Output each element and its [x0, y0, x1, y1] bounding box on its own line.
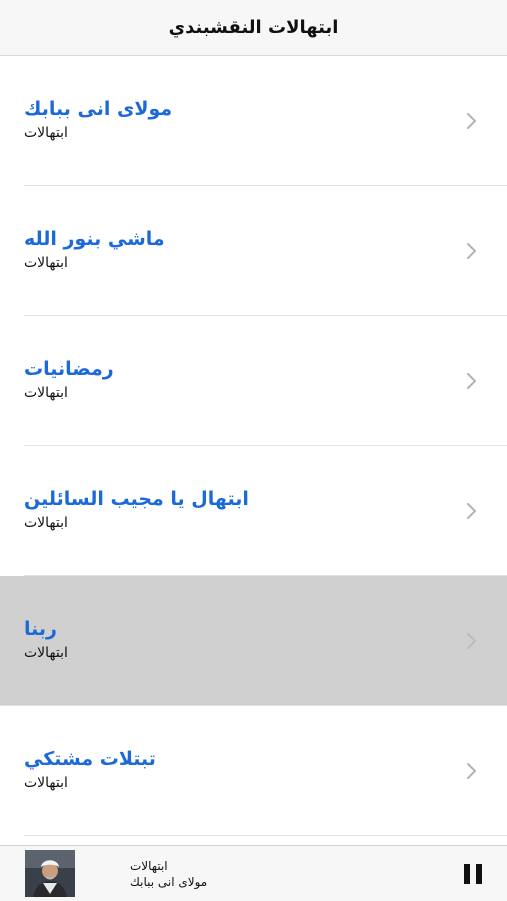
list-item[interactable]: رمضانيات ابتهالات [0, 316, 507, 446]
album-artwork[interactable] [25, 850, 75, 897]
chevron-right-icon [461, 501, 481, 521]
list-item-title: ربنا [24, 618, 57, 640]
track-list: مولاى انى ببابك ابتهالات ماشي بنور الله … [0, 56, 507, 836]
list-item[interactable]: ابتهال يا مجيب السائلين ابتهالات [0, 446, 507, 576]
divider [24, 835, 507, 836]
chevron-right-icon [461, 761, 481, 781]
list-item-title: تبتلات مشتكي [24, 748, 156, 770]
list-item-text: ماشي بنور الله ابتهالات [24, 226, 165, 273]
list-item-title: ماشي بنور الله [24, 228, 165, 250]
now-playing-bar[interactable]: ابتهالات مولاى انى ببابك [0, 845, 507, 901]
list-item-subtitle: ابتهالات [24, 645, 68, 661]
list-item[interactable]: تبتلات مشتكي ابتهالات [0, 706, 507, 836]
list-item-title: رمضانيات [24, 358, 114, 380]
list-item[interactable]: ماشي بنور الله ابتهالات [0, 186, 507, 316]
list-item-subtitle: ابتهالات [24, 515, 68, 531]
navigation-bar: ابتهالات النقشبندي [0, 0, 507, 56]
list-item-text: ربنا ابتهالات [24, 616, 68, 663]
list-item-title: ابتهال يا مجيب السائلين [24, 488, 249, 510]
chevron-right-icon [461, 371, 481, 391]
list-item-selected[interactable]: ربنا ابتهالات [0, 576, 507, 706]
list-item[interactable]: مولاى انى ببابك ابتهالات [0, 56, 507, 186]
chevron-right-icon [461, 241, 481, 261]
now-playing-category: ابتهالات [130, 859, 168, 873]
list-item-text: تبتلات مشتكي ابتهالات [24, 746, 156, 793]
list-item-text: مولاى انى ببابك ابتهالات [24, 96, 172, 143]
list-item-title: مولاى انى ببابك [24, 98, 173, 120]
pause-icon[interactable] [461, 862, 485, 886]
list-item-subtitle: ابتهالات [24, 775, 68, 791]
list-item-subtitle: ابتهالات [24, 255, 68, 271]
list-item-subtitle: ابتهالات [24, 125, 68, 141]
now-playing-info: ابتهالات مولاى انى ببابك [130, 858, 207, 890]
list-item-text: ابتهال يا مجيب السائلين ابتهالات [24, 486, 249, 533]
chevron-right-icon [461, 631, 481, 651]
list-item-text: رمضانيات ابتهالات [24, 356, 114, 403]
chevron-right-icon [461, 111, 481, 131]
list-item-subtitle: ابتهالات [24, 385, 68, 401]
now-playing-title: مولاى انى ببابك [130, 875, 208, 889]
page-title: ابتهالات النقشبندي [168, 17, 339, 38]
